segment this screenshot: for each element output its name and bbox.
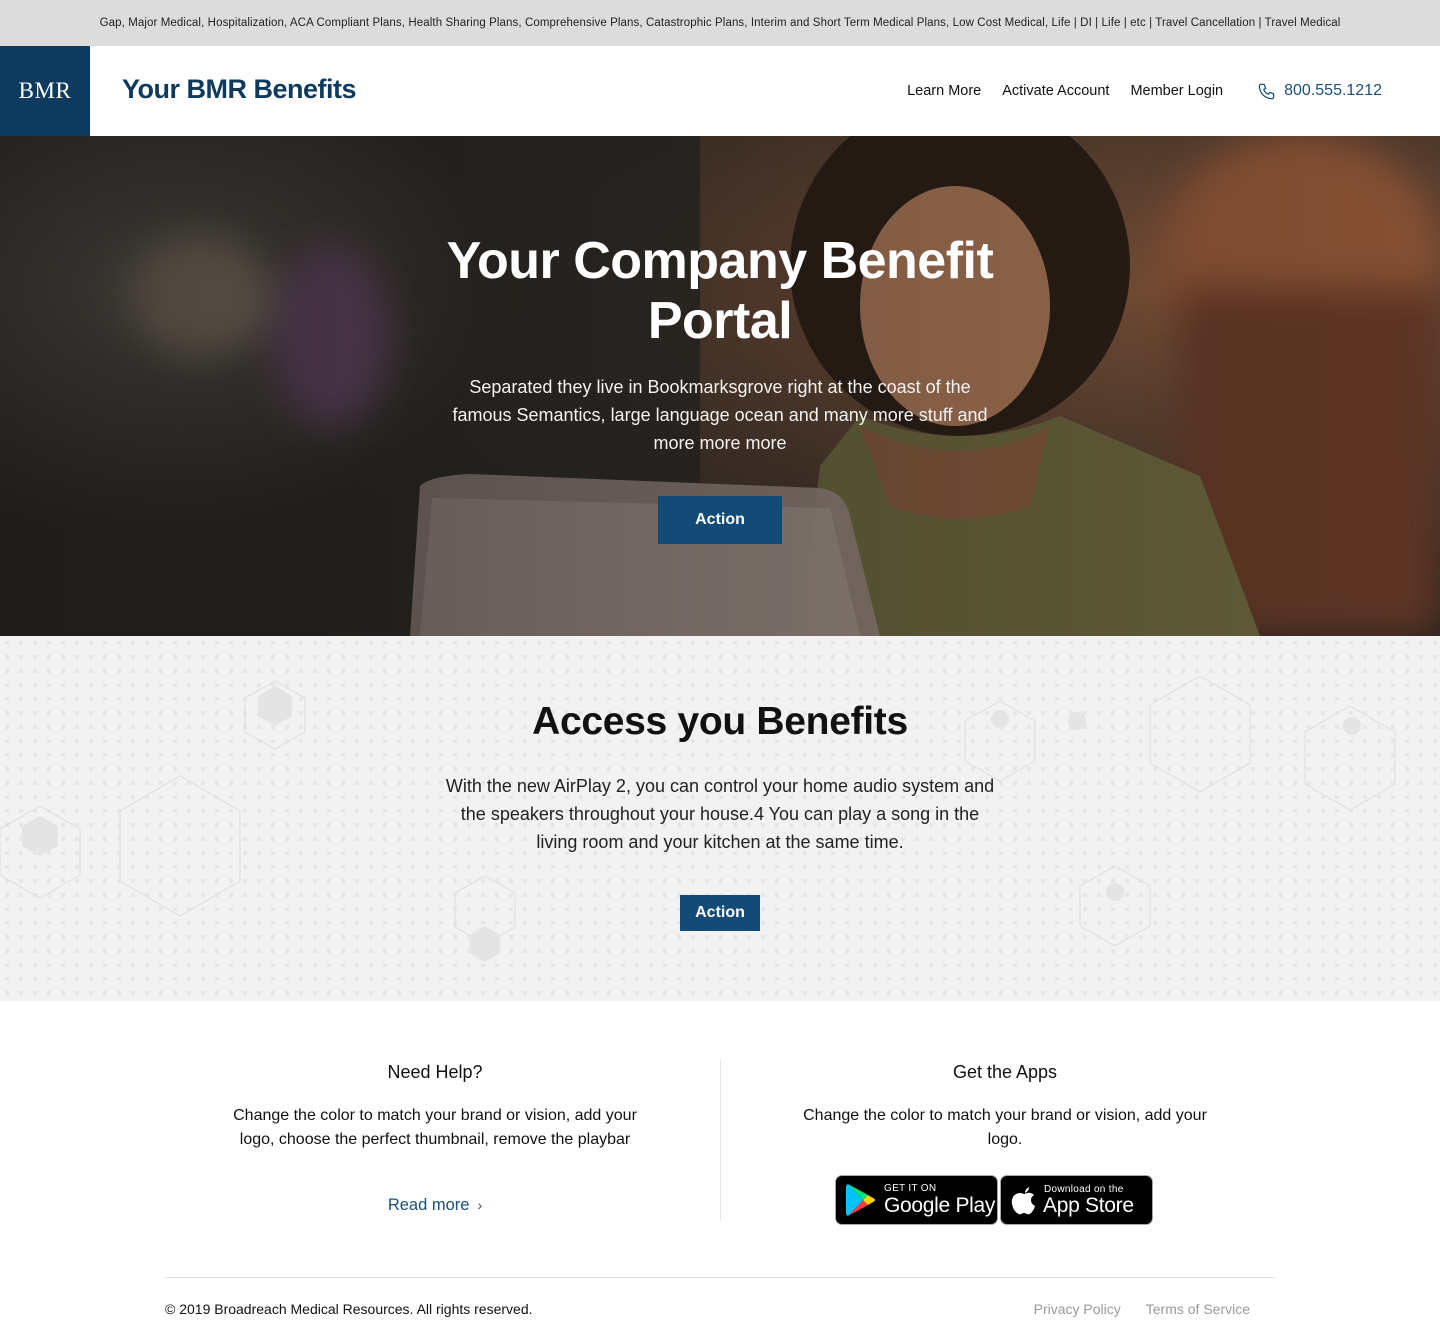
terms-of-service-link[interactable]: Terms of Service: [1146, 1301, 1250, 1317]
read-more-label: Read more: [387, 1196, 470, 1214]
get-apps-text: Change the color to match your brand or …: [803, 1107, 1207, 1148]
access-action-button[interactable]: Action: [680, 895, 760, 931]
apple-icon: [1011, 1187, 1035, 1215]
google-play-badge[interactable]: GET IT ON Google Play: [835, 1175, 998, 1225]
access-title: Access you Benefits: [532, 700, 908, 743]
top-announcement-bar: Gap, Major Medical, Hospitalization, ACA…: [0, 0, 1440, 46]
chevron-right-icon: ›: [477, 1197, 483, 1213]
plan-types-text: Gap, Major Medical, Hospitalization, ACA…: [99, 17, 1341, 29]
privacy-policy-link[interactable]: Privacy Policy: [1034, 1301, 1121, 1317]
footer-divider: [165, 1277, 1275, 1278]
read-more-link[interactable]: Read more ›: [225, 1196, 645, 1215]
access-benefits-section: Access you Benefits With the new AirPlay…: [0, 636, 1440, 1001]
get-apps-title: Get the Apps: [952, 1062, 1058, 1082]
hero-subtitle: Separated they live in Bookmarksgrove ri…: [452, 377, 988, 453]
google-play-icon: [846, 1184, 875, 1216]
nav-learn-more[interactable]: Learn More: [907, 83, 981, 99]
google-play-big-text: Google Play: [884, 1194, 996, 1217]
column-divider: [720, 1060, 721, 1220]
phone-number: 800.555.1212: [1284, 82, 1382, 99]
access-description: With the new AirPlay 2, you can control …: [445, 776, 995, 852]
logo-text: BMR: [18, 78, 72, 103]
need-help-text: Change the color to match your brand or …: [233, 1107, 637, 1148]
phone-link[interactable]: 800.555.1212: [1257, 82, 1382, 101]
get-apps-column: Get the Apps Change the color to match y…: [795, 1062, 1215, 1152]
hero-action-button[interactable]: Action: [658, 496, 782, 544]
brand-title[interactable]: Your BMR Benefits: [122, 74, 357, 105]
hero-content: Your Company Benefit Portal Separated th…: [0, 136, 1440, 636]
logo[interactable]: BMR: [0, 46, 90, 136]
google-play-small-text: GET IT ON: [884, 1183, 937, 1194]
nav-activate-account[interactable]: Activate Account: [1002, 83, 1109, 99]
main-nav: Learn More Activate Account Member Login…: [886, 46, 1382, 136]
hero-section: Your Company Benefit Portal Separated th…: [0, 136, 1440, 636]
hero-title: Your Company Benefit Portal: [446, 232, 994, 350]
phone-icon: [1258, 83, 1275, 99]
copyright-text: © 2019 Broadreach Medical Resources. All…: [165, 1301, 533, 1317]
app-store-badge[interactable]: Download on the App Store: [1000, 1175, 1153, 1225]
footer-links: Privacy Policy Terms of Service: [1009, 1301, 1250, 1317]
need-help-column: Need Help? Change the color to match you…: [225, 1062, 645, 1152]
need-help-title: Need Help?: [387, 1062, 483, 1082]
site-header: BMR Your BMR Benefits Learn More Activat…: [0, 46, 1440, 136]
nav-member-login[interactable]: Member Login: [1130, 83, 1223, 99]
app-store-big-text: App Store: [1043, 1194, 1134, 1217]
